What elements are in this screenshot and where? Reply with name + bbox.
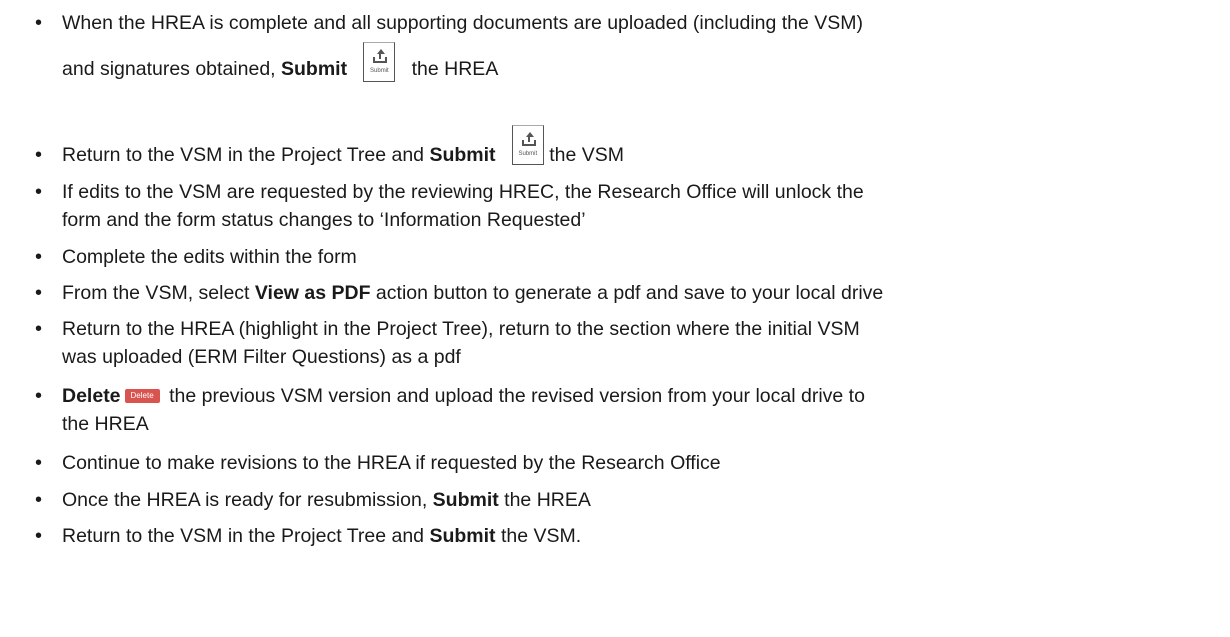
item-text: Complete the edits within the form — [62, 246, 357, 268]
item-text: When the HREA is complete and all suppor… — [62, 12, 864, 34]
bullet-dot: • — [35, 385, 43, 407]
bullet-dot: • — [35, 181, 43, 203]
item-text: Delete Delete the previous VSM version an… — [62, 385, 865, 407]
item-text: Return to the VSM in the Project Tree an… — [62, 125, 1230, 170]
item-text: Once the HREA is ready for resubmission,… — [62, 489, 591, 511]
item-text-line2: form and the form status changes to ‘Inf… — [62, 209, 586, 231]
bullet-dot: • — [35, 318, 43, 340]
item-text-line2: and signatures obtained, Submit Submit t… — [62, 42, 1230, 84]
bullet-dot: • — [35, 246, 43, 268]
instructions-page: • When the HREA is complete and all supp… — [0, 0, 1230, 637]
item-text-line2: was uploaded (ERM Filter Questions) as a… — [62, 346, 461, 368]
item-text: Return to the HREA (highlight in the Pro… — [62, 318, 860, 340]
bullet-dot: • — [35, 525, 43, 547]
bullet-dot: • — [35, 489, 43, 511]
bullet-dot: • — [35, 144, 43, 166]
item-text: From the VSM, select View as PDF action … — [62, 282, 884, 304]
item-text: Return to the VSM in the Project Tree an… — [62, 525, 582, 547]
item-text: If edits to the VSM are requested by the… — [62, 181, 864, 203]
item-text: Continue to make revisions to the HREA i… — [62, 452, 721, 474]
submit-icon: Submit — [511, 125, 544, 165]
submit-icon: Submit — [363, 42, 396, 82]
item-text-line2: the HREA — [62, 413, 149, 435]
delete-button: Delete — [124, 388, 160, 403]
bullet-dot: • — [35, 282, 43, 304]
bullet-dot: • — [35, 12, 43, 34]
bullet-dot: • — [35, 452, 43, 474]
